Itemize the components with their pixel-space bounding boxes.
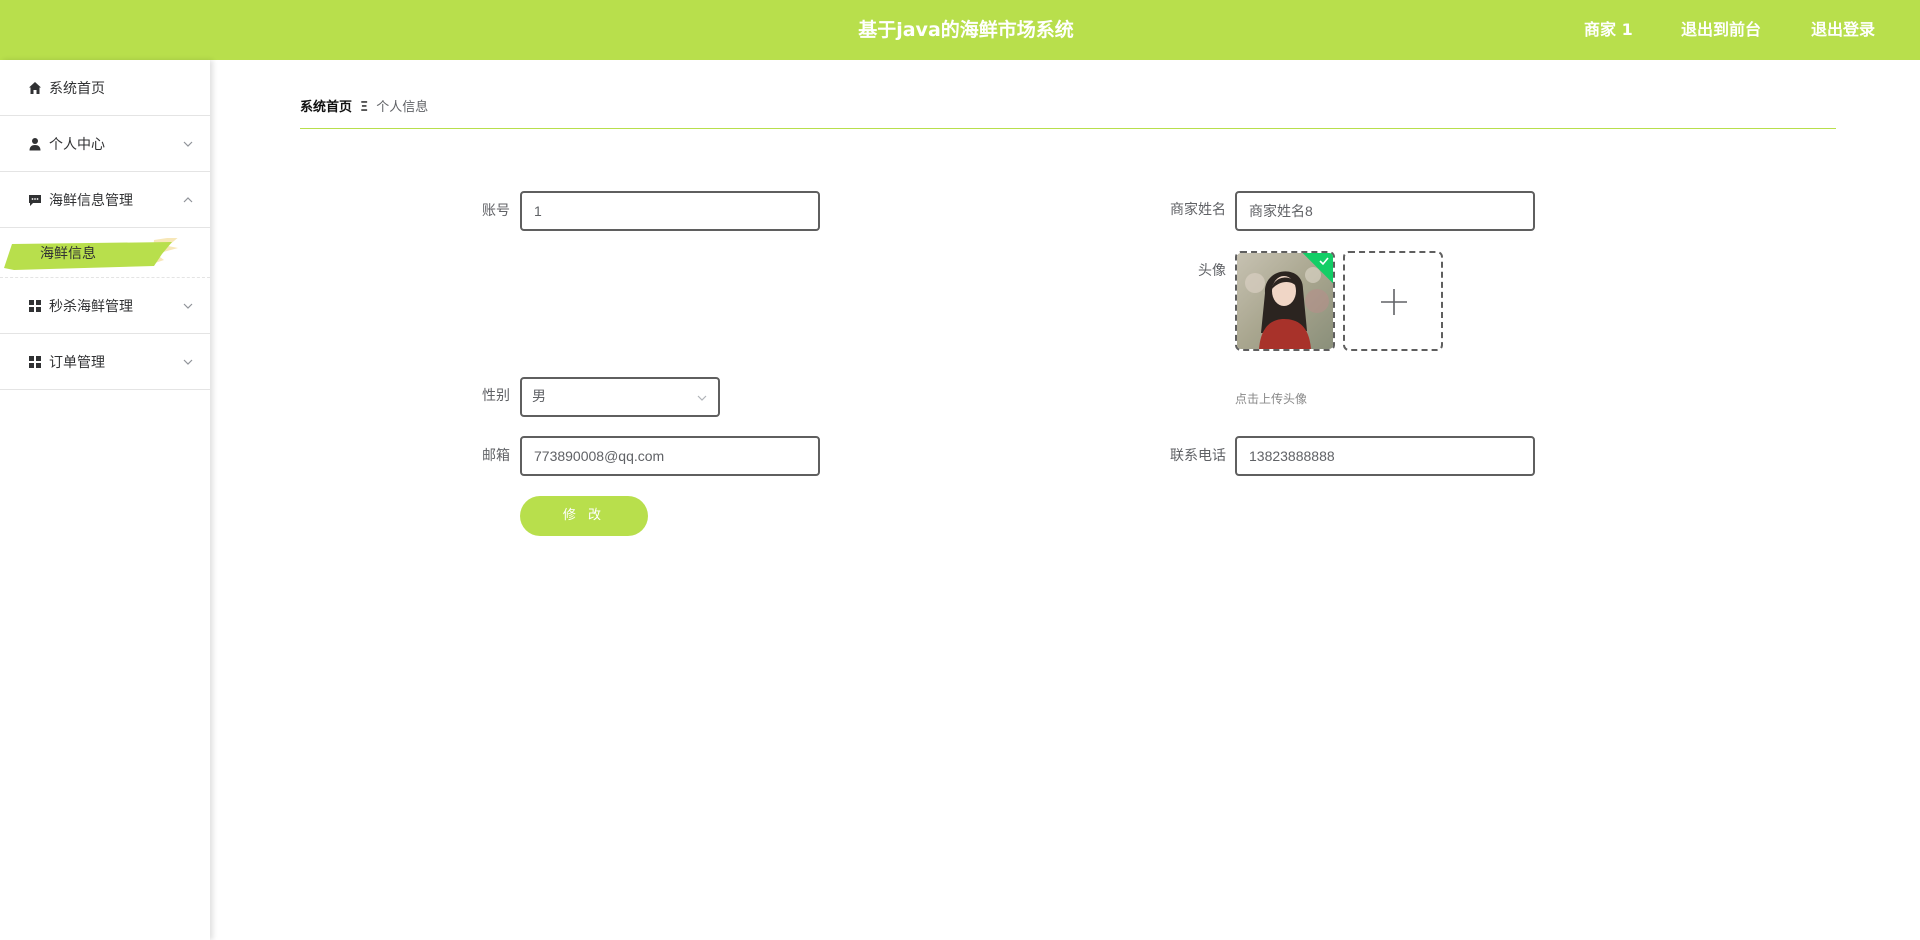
breadcrumb-separator: Ξ [360, 100, 369, 115]
check-icon [1319, 257, 1329, 266]
gender-label: 性别 [482, 388, 510, 404]
user-icon [28, 137, 42, 151]
breadcrumb: 系统首页 Ξ 个人信息 [300, 98, 428, 118]
plus-icon [1381, 289, 1407, 315]
sidebar-item-label: 个人中心 [49, 136, 105, 153]
account-input[interactable] [520, 191, 820, 231]
sidebar-item-personal-center[interactable]: 个人中心 [0, 116, 210, 172]
merchant-name-label: 商家姓名 [1170, 202, 1226, 218]
modify-button[interactable]: 修 改 [520, 496, 648, 536]
current-user-link[interactable]: 商家 1 [1584, 0, 1633, 60]
sidebar-item-seafood-info-management[interactable]: 海鲜信息管理 [0, 172, 210, 228]
sidebar-subitem-seafood-info[interactable]: 海鲜信息 [4, 238, 180, 270]
phone-input[interactable] [1235, 436, 1535, 476]
sidebar-item-home[interactable]: 系统首页 [0, 60, 210, 116]
sidebar-item-label: 订单管理 [49, 354, 105, 371]
grid-icon [28, 355, 42, 369]
sidebar-subitem-label: 海鲜信息 [40, 246, 96, 262]
sidebar-item-label: 秒杀海鲜管理 [49, 298, 133, 315]
gender-selected-value: 男 [532, 389, 546, 405]
sidebar: 系统首页 个人中心 海鲜信息管理 海鲜信息 秒杀海鲜管理 订单管理 [0, 60, 210, 940]
home-icon [28, 81, 42, 95]
chevron-down-icon [183, 141, 193, 147]
avatar-preview[interactable] [1235, 251, 1335, 351]
breadcrumb-current: 个人信息 [376, 100, 429, 115]
chevron-down-icon [697, 395, 707, 401]
avatar-upload-button[interactable] [1343, 251, 1443, 351]
sidebar-item-flash-sale-management[interactable]: 秒杀海鲜管理 [0, 278, 210, 334]
email-label: 邮箱 [482, 448, 510, 464]
breadcrumb-divider [300, 128, 1836, 129]
grid-icon [28, 299, 42, 313]
avatar-label: 头像 [1198, 263, 1226, 279]
sidebar-item-order-management[interactable]: 订单管理 [0, 334, 210, 390]
account-label: 账号 [482, 203, 510, 219]
breadcrumb-home[interactable]: 系统首页 [300, 98, 352, 118]
phone-label: 联系电话 [1170, 448, 1226, 464]
submenu-seafood-info: 海鲜信息 [0, 228, 210, 278]
email-input[interactable] [520, 436, 820, 476]
chevron-up-icon [183, 196, 193, 202]
chevron-down-icon [183, 303, 193, 309]
sidebar-item-label: 系统首页 [49, 80, 105, 97]
merchant-name-input[interactable] [1235, 191, 1535, 231]
gender-select[interactable]: 男 [520, 377, 720, 417]
top-bar: 基于java的海鲜市场系统 商家 1 退出到前台 退出登录 [0, 0, 1920, 60]
upload-tip: 点击上传头像 [1235, 392, 1308, 406]
exit-to-frontend-link[interactable]: 退出到前台 [1681, 0, 1761, 60]
chat-icon [28, 193, 42, 207]
chevron-down-icon [183, 359, 193, 365]
sidebar-item-label: 海鲜信息管理 [49, 192, 133, 209]
logout-link[interactable]: 退出登录 [1811, 0, 1875, 60]
